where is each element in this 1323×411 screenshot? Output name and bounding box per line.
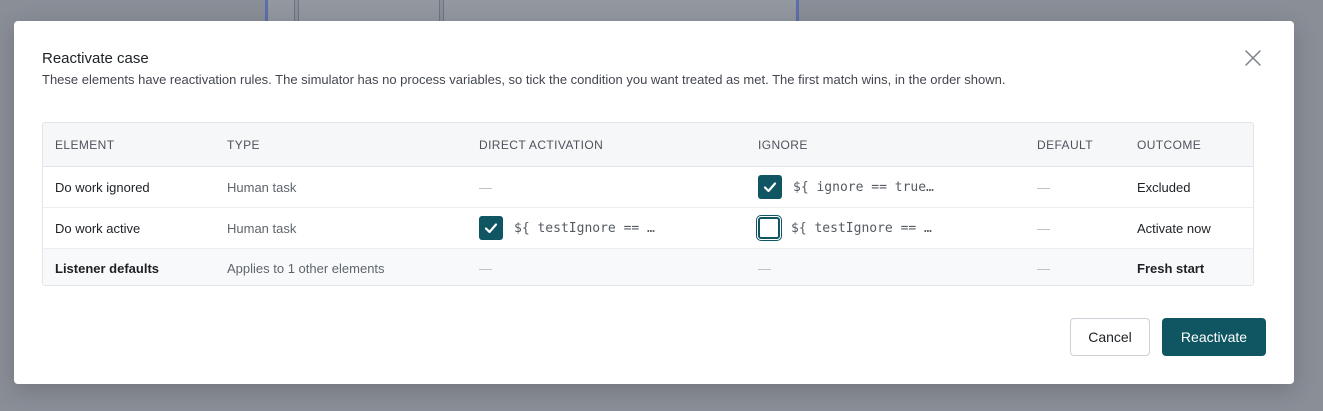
column-header-outcome: OUTCOME (1137, 137, 1202, 152)
ignore-condition: ${ ignore == true… (758, 167, 934, 207)
element-name: Do work active (55, 220, 141, 236)
outcome-value: Activate now (1137, 220, 1211, 236)
element-name: Do work ignored (55, 179, 150, 195)
direct-activation-empty: — (479, 260, 492, 276)
column-header-element: ELEMENT (55, 137, 115, 152)
table-header-row: ELEMENT TYPE DIRECT ACTIVATION IGNORE DE… (43, 123, 1253, 167)
ignore-expression: ${ testIgnore == … (791, 220, 932, 236)
direct-activation-expression: ${ testIgnore == … (514, 220, 655, 236)
background-panel (443, 0, 799, 22)
dialog-description: These elements have reactivation rules. … (42, 72, 1006, 87)
ignore-condition: ${ testIgnore == … (758, 208, 932, 248)
dialog-title: Reactivate case (42, 50, 149, 67)
background-panel (298, 0, 440, 22)
ignore-empty: — (758, 260, 771, 276)
direct-activation-checkbox[interactable] (479, 216, 503, 240)
column-header-type: TYPE (227, 137, 260, 152)
outcome-value: Excluded (1137, 179, 1191, 195)
table-row: Do work active Human task ${ testIgnore … (43, 208, 1253, 249)
default-empty: — (1037, 260, 1050, 276)
element-type: Human task (227, 220, 297, 236)
default-empty: — (1037, 179, 1050, 195)
direct-activation-empty: — (479, 179, 492, 195)
outcome-value: Fresh start (1137, 260, 1205, 276)
element-type: Human task (227, 179, 297, 195)
table-row: Listener defaults Applies to 1 other ele… (43, 249, 1253, 285)
reactivate-button[interactable]: Reactivate (1162, 318, 1266, 356)
element-name: Listener defaults (55, 260, 160, 276)
column-header-default: DEFAULT (1037, 137, 1093, 152)
cancel-button[interactable]: Cancel (1070, 318, 1150, 356)
column-header-direct-activation: DIRECT ACTIVATION (479, 137, 604, 152)
ignore-expression: ${ ignore == true… (793, 179, 934, 195)
background-panel (265, 0, 295, 22)
checkmark-icon (763, 182, 777, 193)
column-header-ignore: IGNORE (758, 137, 808, 152)
element-type: Applies to 1 other elements (227, 260, 385, 276)
direct-activation-condition: ${ testIgnore == … (479, 208, 655, 248)
table-row: Do work ignored Human task — ${ ignore =… (43, 167, 1253, 208)
checkmark-icon (484, 223, 498, 234)
ignore-checkbox[interactable] (758, 175, 782, 199)
default-empty: — (1037, 220, 1050, 236)
reactivation-rules-table: ELEMENT TYPE DIRECT ACTIVATION IGNORE DE… (42, 122, 1254, 286)
ignore-checkbox[interactable] (758, 217, 780, 239)
reactivate-case-dialog: Reactivate case These elements have reac… (14, 21, 1294, 384)
close-icon[interactable] (1243, 48, 1263, 68)
